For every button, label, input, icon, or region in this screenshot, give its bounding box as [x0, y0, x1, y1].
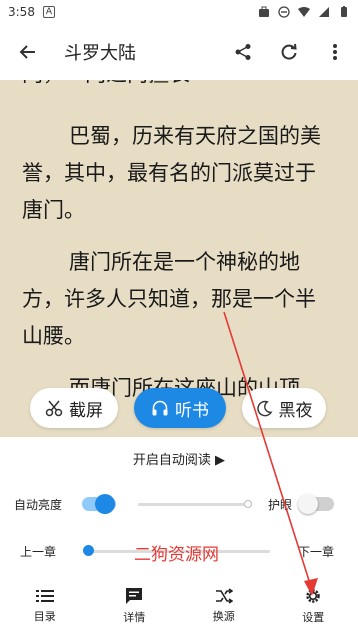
share-button[interactable] [220, 24, 266, 80]
do-not-disturb-icon [278, 6, 290, 18]
more-menu-button[interactable] [312, 24, 358, 80]
nav-detail[interactable]: 详情 [90, 574, 180, 637]
refresh-button[interactable] [266, 24, 312, 80]
nav-source-label: 换源 [212, 609, 235, 623]
refresh-icon [281, 43, 297, 60]
signal-icon [319, 7, 329, 17]
eye-care-label: 护眼 [268, 498, 293, 512]
prev-chapter-button[interactable]: 上一章 [20, 543, 56, 560]
scissors-icon [45, 400, 63, 417]
night-mode-label: 黑夜 [278, 400, 313, 421]
listen-label: 听书 [175, 400, 209, 421]
brightness-slider[interactable] [138, 503, 246, 506]
chapter-progress-thumb[interactable] [83, 545, 94, 556]
book-title: 斗罗大陆 [64, 43, 136, 64]
screenshot-chip[interactable]: 截屏 [30, 388, 118, 428]
nav-settings-label: 设置 [302, 610, 325, 624]
paragraph: 唐门所在是一个神秘的地方，许多人只知道，那是一个半山腰。 [22, 250, 316, 348]
next-chapter-button[interactable]: 下一章 [298, 543, 334, 560]
back-button[interactable] [0, 24, 56, 80]
settings-panel: 开启自动阅读 ▶ 自动亮度 护眼 上一章 下一章 二狗资源网 目录 详情 换源 [0, 437, 358, 637]
reading-page[interactable]: 门，一门之内擅长一 巴蜀，历来有天府之国的美誉，其中，最有名的门派莫过于唐门。 … [0, 80, 358, 440]
more-vertical-icon [333, 44, 337, 60]
auto-read-button[interactable]: 开启自动阅读 ▶ [0, 449, 358, 468]
paragraph: 巴蜀，历来有天府之国的美誉，其中，最有名的门派莫过于唐门。 [22, 124, 321, 222]
arrow-left-icon [19, 45, 35, 59]
watermark-text: 二狗资源网 [134, 545, 219, 565]
nav-settings[interactable]: 设置 [269, 574, 358, 637]
wifi-icon [298, 7, 310, 17]
badge-letter: A [45, 7, 53, 17]
headphones-icon [152, 400, 168, 416]
brightness-slider-thumb[interactable] [244, 500, 252, 508]
status-bar: 3:58 A [0, 0, 358, 24]
brightness-row: 自动亮度 护眼 [0, 489, 358, 519]
eye-care-toggle-knob[interactable] [298, 494, 318, 514]
partial-line: 门，一门之内擅长一 [0, 80, 358, 93]
nav-catalog[interactable]: 目录 [0, 574, 90, 637]
status-time: 3:58 [8, 5, 35, 19]
nav-source[interactable]: 换源 [179, 574, 269, 637]
bottom-nav: 目录 详情 换源 设置 [0, 574, 358, 637]
screenshot-label: 截屏 [69, 400, 103, 421]
share-icon [235, 44, 251, 60]
nav-catalog-label: 目录 [33, 609, 56, 623]
battery-icon [341, 6, 347, 17]
night-mode-chip[interactable]: 黑夜 [242, 388, 326, 428]
nav-detail-label: 详情 [123, 610, 146, 624]
auto-brightness-toggle-knob[interactable] [95, 494, 115, 514]
app-toolbar: 斗罗大陆 [0, 24, 358, 80]
gear-icon [306, 588, 320, 603]
auto-brightness-label: 自动亮度 [14, 498, 63, 512]
listen-chip[interactable]: 听书 [134, 388, 226, 428]
briefcase-icon [259, 6, 269, 17]
list-icon [35, 589, 54, 602]
notification-badge-icon: A [42, 6, 55, 18]
comment-icon [126, 587, 143, 604]
shuffle-icon [215, 587, 233, 604]
moon-icon [256, 400, 272, 416]
